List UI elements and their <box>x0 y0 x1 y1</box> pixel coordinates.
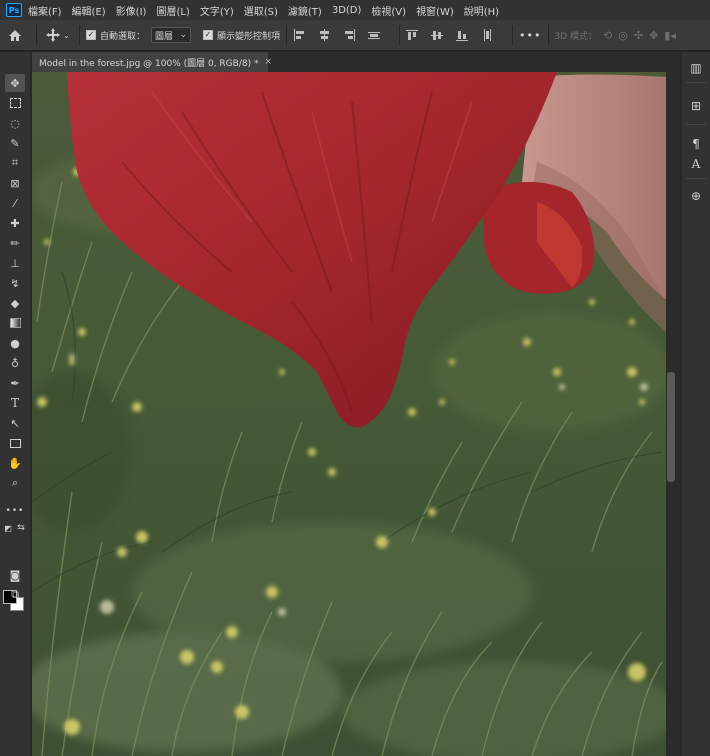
menu-layer[interactable]: 圖層(L) <box>156 3 189 18</box>
auto-select-target-value: 圖層 <box>155 31 174 42</box>
align-right-icon[interactable] <box>343 29 356 41</box>
menu-window[interactable]: 視窗(W) <box>416 3 454 18</box>
3d-orbit-icon[interactable]: ⟲ <box>603 29 612 42</box>
separator <box>686 178 706 179</box>
hand-tool-icon[interactable]: ✋ <box>5 454 25 472</box>
separator <box>686 82 706 83</box>
screen-mode-icon[interactable]: ⧉ <box>5 586 25 604</box>
photoshop-logo: Ps <box>6 3 22 17</box>
menu-help[interactable]: 說明(H) <box>464 3 499 18</box>
path-select-tool-icon[interactable]: ↖ <box>5 414 25 432</box>
type-tool-icon[interactable]: T <box>5 394 25 412</box>
brush-tool-icon[interactable]: ✏ <box>5 234 25 252</box>
color-panel-icon[interactable]: ▥ <box>687 60 705 76</box>
chevron-down-icon[interactable]: ⌄ <box>63 31 70 40</box>
tools-panel: ✥ ◌ ✎ ⌗ ⊠ ⁄ ✚ ✏ ⊥ ↯ ◆ ● ♁ ✒ T ↖ ✋ ⌕ ••• … <box>0 52 31 756</box>
close-icon[interactable]: × <box>264 57 272 67</box>
dodge-tool-icon[interactable]: ♁ <box>5 354 25 372</box>
character-panel-icon[interactable]: A <box>687 156 705 172</box>
menu-bar: Ps 檔案(F) 編輯(E) 影像(I) 圖層(L) 文字(Y) 選取(S) 濾… <box>0 0 710 20</box>
align-top-icon[interactable] <box>406 29 419 41</box>
options-bar: ⌄ ✓ 自動選取： 圖層 ⌄ ✓ 顯示變形控制項 ••• 3D 模式： ⟲ ◎ … <box>0 20 710 51</box>
properties-panel-icon[interactable]: ⊕ <box>687 188 705 204</box>
document-tab-strip: Model in the forest.jpg @ 100% (圖層 0, RG… <box>32 52 666 72</box>
document-tab[interactable]: Model in the forest.jpg @ 100% (圖層 0, RG… <box>32 52 272 72</box>
right-panel-dock: ▥ ⊞ ¶ A ⊕ <box>681 52 710 756</box>
frame-tool-icon[interactable]: ⊠ <box>5 174 25 192</box>
separator <box>399 25 401 45</box>
move-tool-icon[interactable]: ⌄ <box>43 28 73 42</box>
3d-slide-icon[interactable]: ✥ <box>649 29 658 42</box>
quick-select-tool-icon[interactable]: ✎ <box>5 134 25 152</box>
show-transform-label: 顯示變形控制項 <box>217 31 281 42</box>
paragraph-panel-icon[interactable]: ¶ <box>687 136 705 152</box>
vertical-scrollbar[interactable] <box>667 372 675 482</box>
quick-mask-icon[interactable]: ◙ <box>5 566 25 584</box>
menu-type[interactable]: 文字(Y) <box>200 3 234 18</box>
gradient-tool-icon[interactable] <box>5 314 25 332</box>
move-tool-icon[interactable]: ✥ <box>5 74 25 92</box>
chevron-down-icon: ⌄ <box>179 30 188 40</box>
separator <box>686 124 706 125</box>
blur-tool-icon[interactable]: ● <box>5 334 25 352</box>
eraser-tool-icon[interactable]: ◆ <box>5 294 25 312</box>
separator <box>547 25 549 45</box>
separator <box>36 25 37 45</box>
menu-filter[interactable]: 濾鏡(T) <box>288 3 322 18</box>
3d-pan-icon[interactable]: ✣ <box>634 29 643 42</box>
3d-video-icon[interactable]: ▮◂ <box>664 29 676 42</box>
healing-brush-tool-icon[interactable]: ✚ <box>5 214 25 232</box>
menu-edit[interactable]: 編輯(E) <box>72 3 106 18</box>
auto-select-label: 自動選取： <box>100 31 146 42</box>
show-transform-checkbox[interactable]: ✓ <box>203 30 214 40</box>
photo-model-in-forest <box>32 72 666 756</box>
edit-toolbar-button[interactable]: ••• <box>5 502 25 520</box>
align-left-icon[interactable] <box>293 29 305 41</box>
auto-select-checkbox[interactable]: ✓ <box>86 30 96 40</box>
align-bottom-icon[interactable] <box>456 29 469 41</box>
clone-stamp-tool-icon[interactable]: ⊥ <box>5 254 25 272</box>
menu-image[interactable]: 影像(I) <box>116 3 147 18</box>
3d-roll-icon[interactable]: ◎ <box>618 29 628 42</box>
libraries-panel-icon[interactable]: ⊞ <box>687 98 705 114</box>
lasso-tool-icon[interactable]: ◌ <box>5 114 25 132</box>
distribute-icon[interactable] <box>368 29 381 41</box>
document-tab-title: Model in the forest.jpg @ 100% (圖層 0, RG… <box>39 58 259 69</box>
menu-file[interactable]: 檔案(F) <box>28 3 62 18</box>
rectangle-tool-icon[interactable] <box>5 434 25 452</box>
auto-select-target-dropdown[interactable]: 圖層 ⌄ <box>151 27 192 43</box>
separator <box>286 25 288 45</box>
home-icon[interactable] <box>0 29 30 42</box>
default-colors-icon[interactable]: ◩ <box>2 522 14 534</box>
pen-tool-icon[interactable]: ✒ <box>5 374 25 392</box>
3d-mode-label: 3D 模式： <box>554 31 598 42</box>
distribute-vertical-icon[interactable] <box>481 29 493 41</box>
separator <box>512 25 514 45</box>
marquee-tool-icon[interactable] <box>5 94 25 112</box>
menu-3d[interactable]: 3D(D) <box>332 5 362 16</box>
more-options-button[interactable]: ••• <box>519 29 541 42</box>
swap-colors-icon[interactable]: ⇆ <box>15 522 27 534</box>
align-vertical-center-icon[interactable] <box>431 29 444 41</box>
zoom-tool-icon[interactable]: ⌕ <box>5 474 25 492</box>
align-horizontal-center-icon[interactable] <box>318 29 330 41</box>
menu-select[interactable]: 選取(S) <box>244 3 278 18</box>
eyedropper-tool-icon[interactable]: ⁄ <box>5 194 25 212</box>
document-canvas[interactable] <box>32 72 666 756</box>
separator <box>79 25 80 45</box>
menu-view[interactable]: 檢視(V) <box>371 3 406 18</box>
crop-tool-icon[interactable]: ⌗ <box>5 154 25 172</box>
history-brush-tool-icon[interactable]: ↯ <box>5 274 25 292</box>
